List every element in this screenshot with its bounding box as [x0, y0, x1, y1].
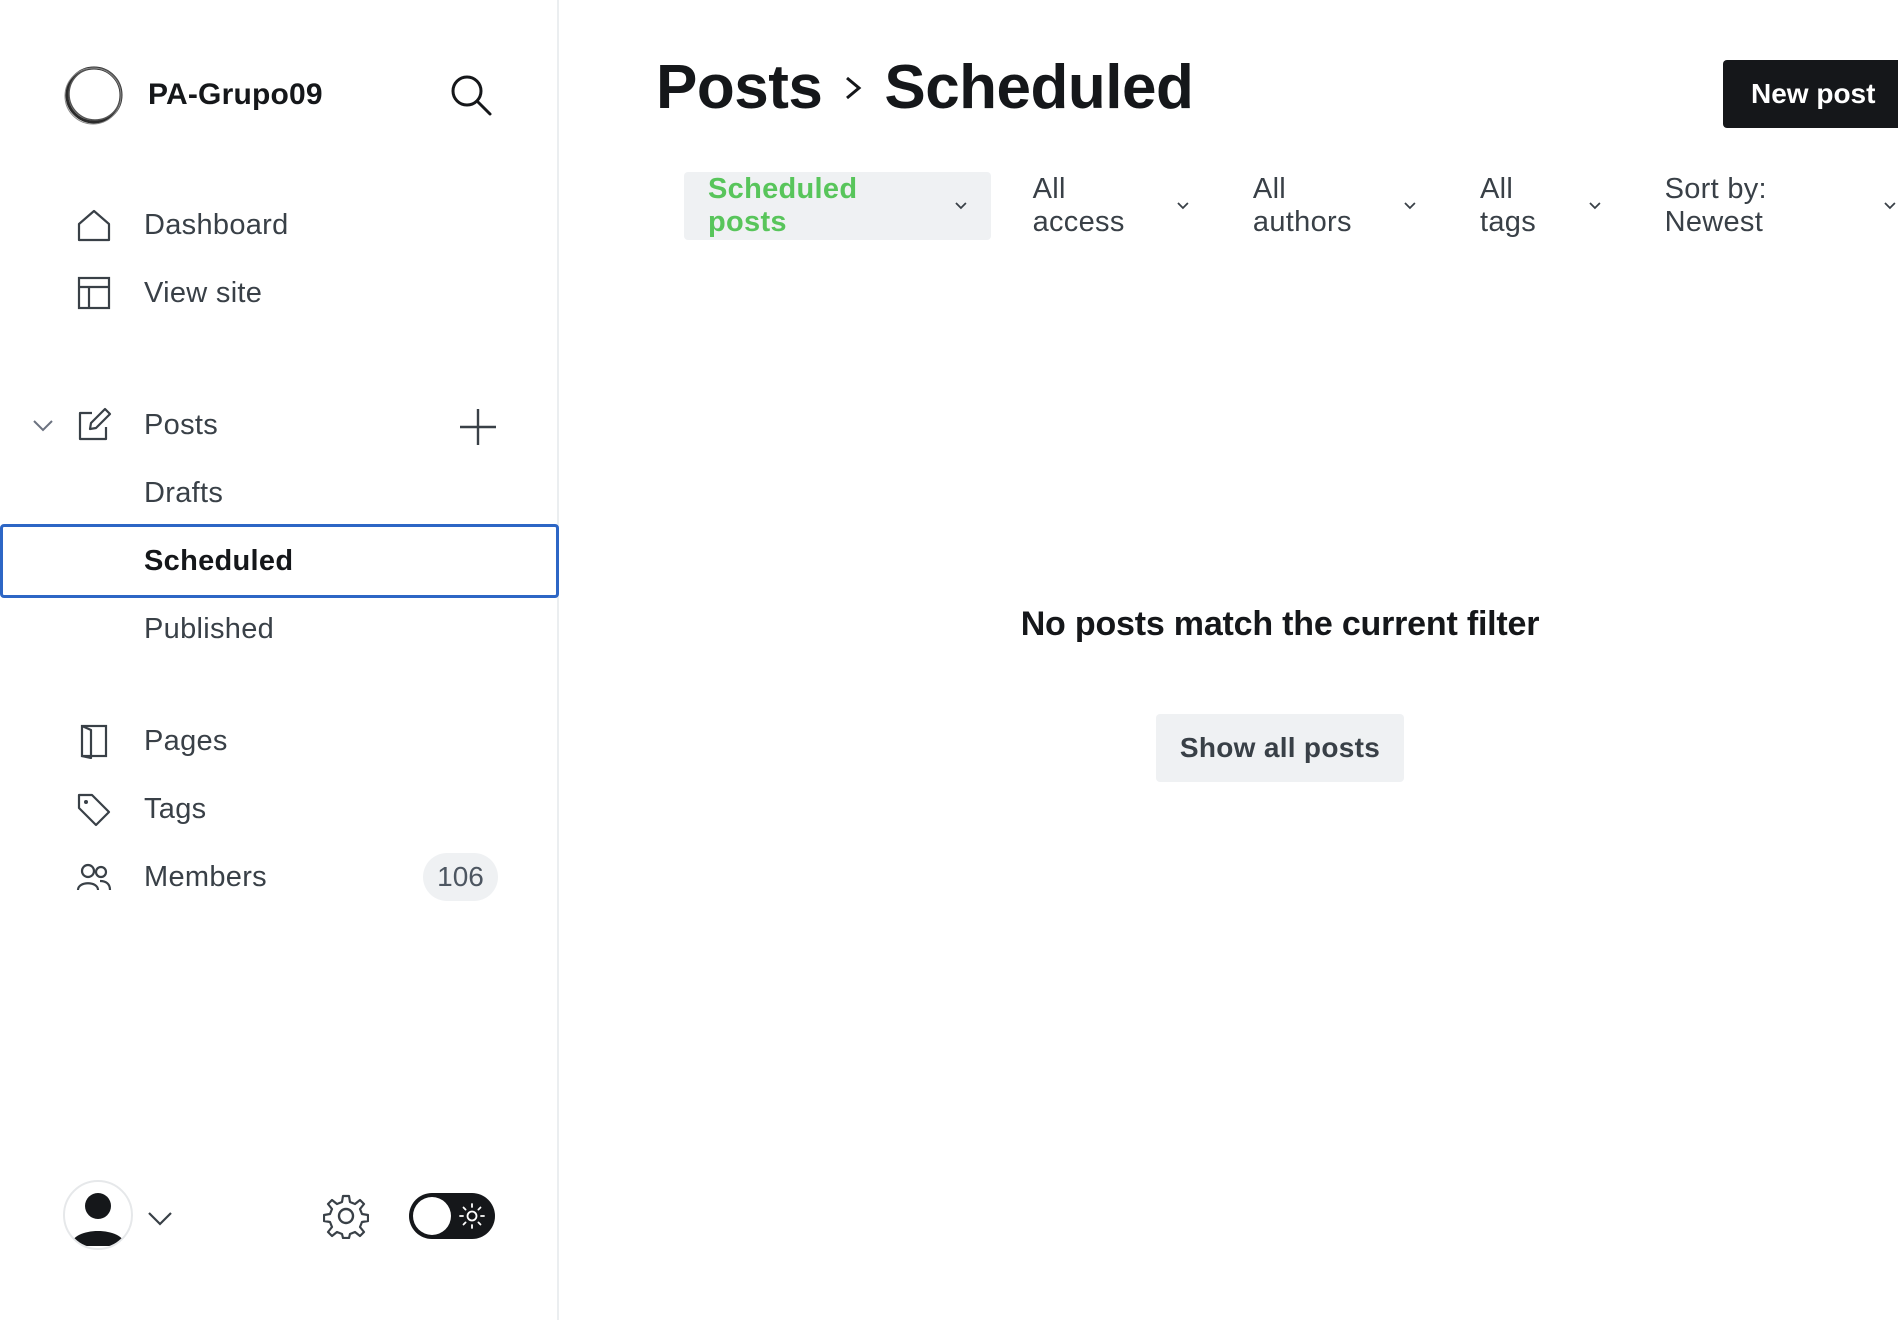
avatar[interactable] — [63, 1180, 133, 1250]
edit-icon — [76, 407, 112, 443]
filter-type-label: Scheduled posts — [708, 173, 858, 238]
breadcrumb-parent[interactable]: Posts — [656, 52, 823, 123]
sidebar-item-tags[interactable]: Tags — [0, 778, 559, 840]
members-icon — [76, 859, 112, 895]
filter-authors-dropdown[interactable]: All authors — [1253, 172, 1418, 240]
sidebar-item-label: Pages — [144, 724, 228, 757]
site-logo-icon — [64, 66, 123, 125]
sidebar-item-dashboard[interactable]: Dashboard — [0, 194, 559, 256]
breadcrumb: Posts Scheduled — [656, 52, 1194, 123]
site-name: PA-Grupo09 — [148, 78, 323, 111]
page-icon — [76, 723, 112, 759]
sidebar-item-label: Posts — [144, 408, 219, 441]
sidebar-item-label: Tags — [144, 792, 207, 825]
show-all-posts-button[interactable]: Show all posts — [1156, 714, 1404, 782]
chevron-down-icon — [1884, 202, 1896, 210]
theme-toggle[interactable] — [409, 1193, 495, 1239]
sidebar-item-published[interactable]: Published — [0, 598, 559, 660]
site-brand[interactable]: PA-Grupo09 — [63, 64, 323, 126]
tag-icon — [76, 791, 112, 827]
home-icon — [76, 207, 112, 243]
sidebar-item-pages[interactable]: Pages — [0, 710, 559, 772]
sidebar-item-label: Drafts — [144, 476, 224, 509]
filter-access-label: All access — [1032, 173, 1125, 238]
plus-icon[interactable] — [456, 405, 500, 449]
search-icon[interactable] — [448, 72, 494, 118]
filter-tags-dropdown[interactable]: All tags — [1480, 172, 1603, 240]
chevron-down-icon — [1589, 202, 1601, 210]
filter-tags-label: All tags — [1480, 173, 1537, 238]
sidebar-item-label: Members — [144, 860, 267, 893]
chevron-down-icon — [1404, 202, 1416, 210]
sort-label: Sort by: Newest — [1664, 173, 1767, 238]
sidebar-item-label: Scheduled — [144, 544, 294, 577]
new-post-button[interactable]: New post — [1723, 60, 1898, 128]
sidebar-item-label: Published — [144, 612, 275, 645]
user-icon — [71, 1193, 125, 1246]
layout-icon — [76, 275, 112, 311]
filter-access-dropdown[interactable]: All access — [1033, 172, 1191, 240]
filter-bar: Scheduled posts All access All authors A… — [684, 172, 1898, 240]
filter-authors-label: All authors — [1252, 173, 1352, 238]
sidebar: PA-Grupo09 Dashboard View site Posts Dra… — [0, 0, 559, 1320]
sun-icon — [459, 1203, 485, 1229]
chevron-down-icon — [1177, 202, 1189, 210]
sort-dropdown[interactable]: Sort by: Newest — [1665, 172, 1898, 240]
filter-type-dropdown[interactable]: Scheduled posts — [684, 172, 991, 240]
chevron-right-icon — [846, 76, 862, 99]
sidebar-item-members[interactable]: Members 106 — [0, 846, 559, 908]
members-count-badge: 106 — [423, 853, 498, 901]
chevron-down-icon — [955, 202, 967, 210]
sidebar-item-label: View site — [144, 276, 263, 309]
sidebar-item-view-site[interactable]: View site — [0, 262, 559, 324]
toggle-knob — [413, 1197, 451, 1235]
sidebar-item-drafts[interactable]: Drafts — [0, 462, 559, 524]
sidebar-item-label: Dashboard — [144, 208, 289, 241]
sidebar-item-scheduled[interactable]: Scheduled — [0, 524, 559, 598]
chevron-down-icon[interactable] — [145, 1203, 175, 1233]
gear-icon[interactable] — [323, 1193, 369, 1239]
page-title: Scheduled — [884, 53, 1194, 122]
empty-state-message: No posts match the current filter — [1020, 605, 1540, 643]
